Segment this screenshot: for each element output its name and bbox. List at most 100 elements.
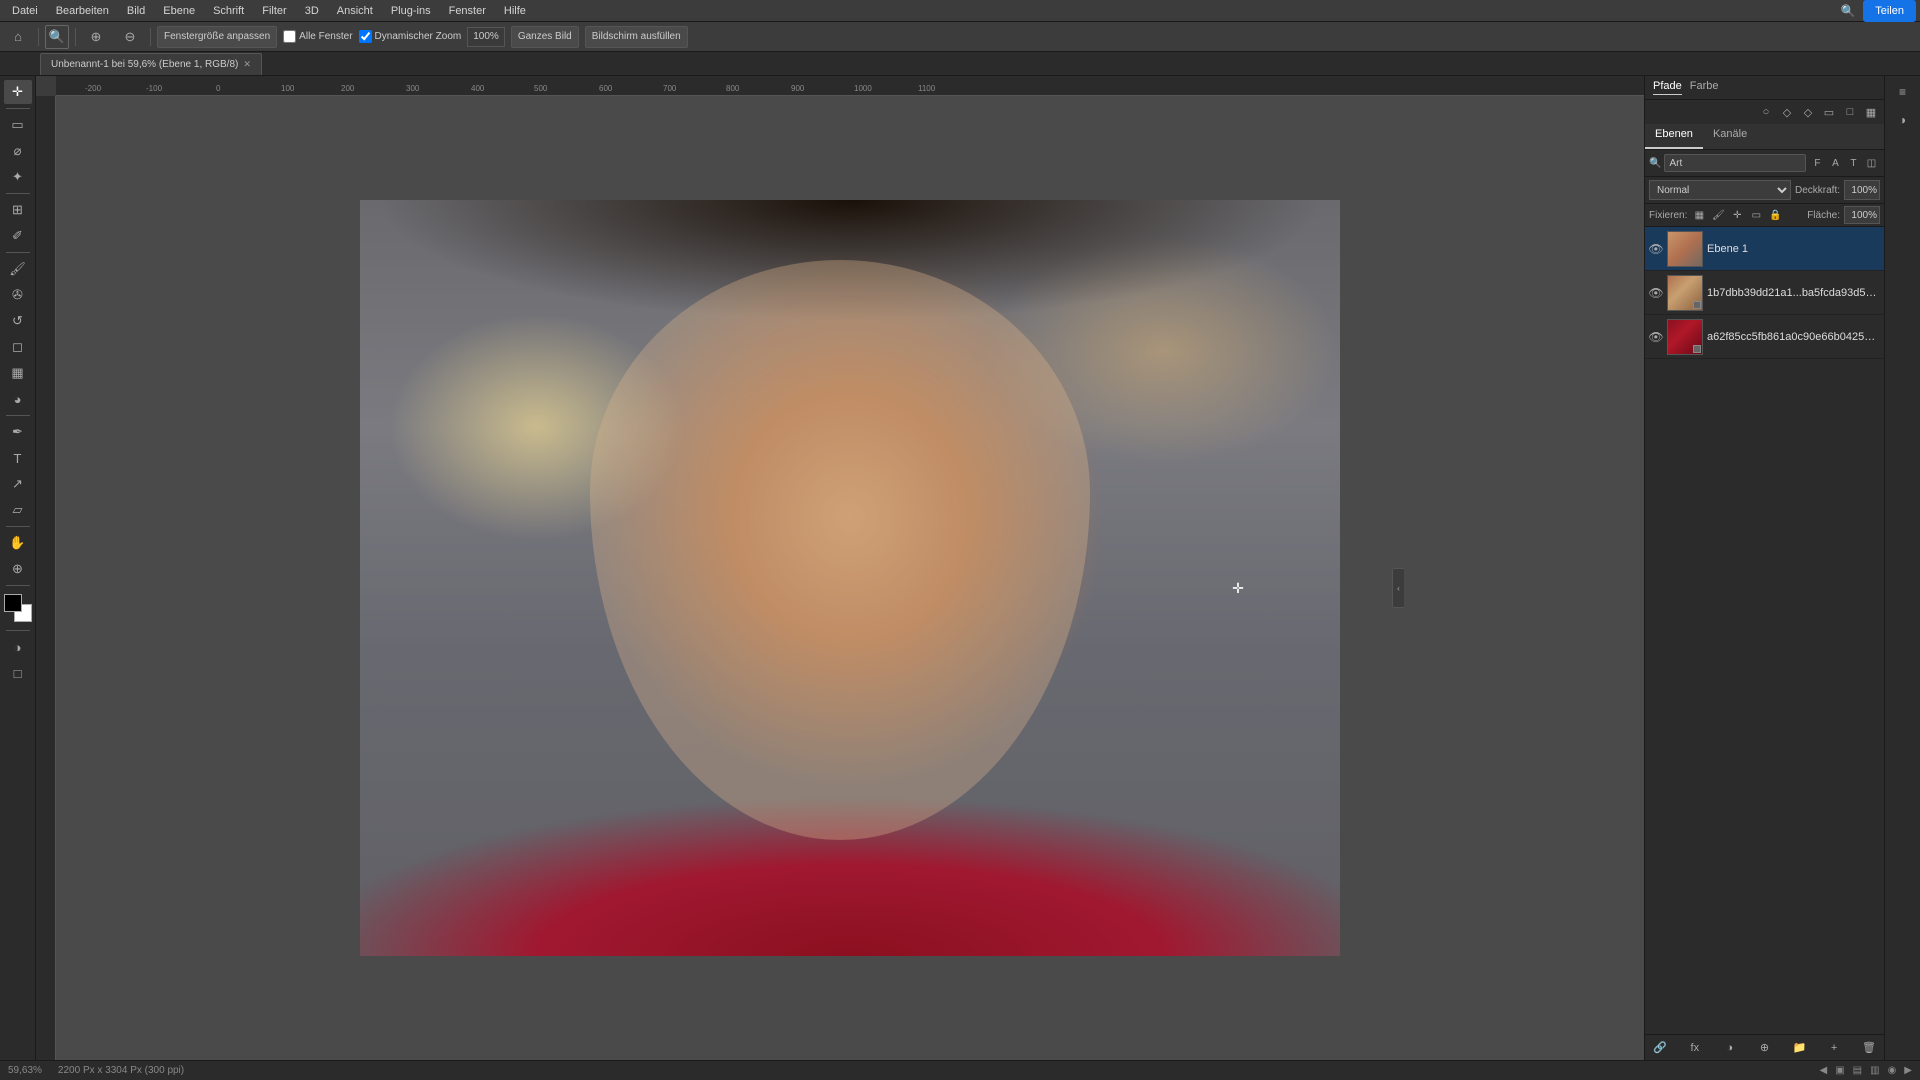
adjustments-panel-icon[interactable]: ◑	[1889, 108, 1917, 132]
blend-mode-select[interactable]: Normal	[1649, 180, 1791, 200]
photo-canvas: ✛	[360, 200, 1340, 956]
gradient-tool[interactable]: ▦	[4, 361, 32, 385]
filter-icon-4[interactable]: ◫	[1863, 155, 1879, 171]
smart-object-icon-2	[1693, 345, 1701, 353]
menu-schrift[interactable]: Schrift	[205, 3, 252, 19]
layer-vis-1[interactable]: 👁	[1649, 286, 1663, 300]
menu-ebene[interactable]: Ebene	[155, 3, 203, 19]
zoom-in-icon[interactable]: ⊕	[82, 25, 110, 49]
layers-search-input[interactable]	[1664, 154, 1806, 172]
wand-tool[interactable]: ✦	[4, 165, 32, 189]
color-swatches[interactable]	[4, 594, 32, 622]
document-tab[interactable]: Unbenannt-1 bei 59,6% (Ebene 1, RGB/8) ✕	[40, 53, 262, 75]
channels-tab[interactable]: Kanäle	[1703, 124, 1757, 149]
layer-item-0[interactable]: 👁 Ebene 1	[1645, 227, 1884, 271]
shape-tool[interactable]: ▱	[4, 498, 32, 522]
type-tool[interactable]: T	[4, 446, 32, 470]
full-image-button[interactable]: Ganzes Bild	[511, 26, 579, 48]
lock-artboard-icon[interactable]: ▭	[1748, 207, 1764, 223]
opacity-input[interactable]	[1844, 180, 1880, 200]
zoom-canvas-tool[interactable]: ⊕	[4, 557, 32, 581]
filter-icon-2[interactable]: A	[1827, 155, 1843, 171]
paths-tab[interactable]: Pfade	[1653, 80, 1682, 95]
share-button[interactable]: Teilen	[1863, 0, 1916, 22]
path-selection-tool[interactable]: ↗	[4, 472, 32, 496]
tool-sep-6	[6, 585, 30, 586]
dynamic-zoom-checkbox[interactable]	[359, 30, 372, 43]
status-icon-3[interactable]: ▤	[1853, 1065, 1862, 1076]
add-group-icon[interactable]: 📁	[1790, 1039, 1808, 1057]
menu-bearbeiten[interactable]: Bearbeiten	[48, 3, 117, 19]
zoom-out-icon[interactable]: ⊖	[116, 25, 144, 49]
canvas-content[interactable]: ✛	[56, 96, 1644, 1060]
status-icon-2[interactable]: ▣	[1835, 1065, 1844, 1076]
selection-tool[interactable]: ▭	[4, 113, 32, 137]
status-icon-4[interactable]: ▥	[1870, 1065, 1879, 1076]
status-icon-1[interactable]: ◀	[1820, 1065, 1828, 1076]
layers-tab[interactable]: Ebenen	[1645, 124, 1703, 149]
layer-item-1[interactable]: 👁 1b7dbb39dd21a1...ba5fcda93d5e72	[1645, 271, 1884, 315]
quick-mask-tool[interactable]: ◑	[4, 635, 32, 659]
color-tab[interactable]: Farbe	[1690, 80, 1719, 95]
pen-tool[interactable]: ✒	[4, 420, 32, 444]
layer-vis-2[interactable]: 👁	[1649, 330, 1663, 344]
menu-3d[interactable]: 3D	[297, 3, 327, 19]
burn-tool[interactable]: ◕	[4, 387, 32, 411]
fill-input[interactable]	[1844, 206, 1880, 224]
fit-window-button[interactable]: Fenstergröße anpassen	[157, 26, 277, 48]
panel-icon-diamond[interactable]: ◇	[1778, 103, 1796, 121]
menu-fenster[interactable]: Fenster	[441, 3, 494, 19]
hand-tool[interactable]: ✋	[4, 531, 32, 555]
panel-icon-rect[interactable]: ▭	[1820, 103, 1838, 121]
foreground-color-swatch[interactable]	[4, 594, 22, 612]
add-mask-icon[interactable]: ◑	[1721, 1039, 1739, 1057]
panel-icon-circle[interactable]: ○	[1757, 103, 1775, 121]
brush-tool[interactable]: 🖌	[4, 257, 32, 281]
panel-icon-triangle[interactable]: ◇	[1799, 103, 1817, 121]
right-panel-collapse-button[interactable]: ‹	[1392, 568, 1404, 608]
filter-icon-1[interactable]: F	[1809, 155, 1825, 171]
filter-icon-3[interactable]: T	[1845, 155, 1861, 171]
status-icon-6[interactable]: ▶	[1904, 1065, 1912, 1076]
add-link-icon[interactable]: 🔗	[1651, 1039, 1669, 1057]
eyedropper-tool[interactable]: ✐	[4, 224, 32, 248]
menu-datei[interactable]: Datei	[4, 3, 46, 19]
add-style-icon[interactable]: fx	[1686, 1039, 1704, 1057]
lock-position-icon[interactable]: ✛	[1729, 207, 1745, 223]
eraser-tool[interactable]: ◻	[4, 335, 32, 359]
history-brush-tool[interactable]: ↺	[4, 309, 32, 333]
lock-all-icon[interactable]: 🔒	[1767, 207, 1783, 223]
panel-icon-fill[interactable]: ▦	[1862, 103, 1880, 121]
lock-transparency-icon[interactable]: ▦	[1691, 207, 1707, 223]
menu-bild[interactable]: Bild	[119, 3, 153, 19]
stamp-tool[interactable]: ✇	[4, 283, 32, 307]
add-adjustment-icon[interactable]: ⊕	[1755, 1039, 1773, 1057]
crop-tool[interactable]: ⊞	[4, 198, 32, 222]
lasso-tool[interactable]: ⌀	[4, 139, 32, 163]
layer-item-2[interactable]: 👁 a62f85cc5fb861a0c90e66b0425d1be7	[1645, 315, 1884, 359]
menu-ansicht[interactable]: Ansicht	[329, 3, 381, 19]
menu-hilfe[interactable]: Hilfe	[496, 3, 534, 19]
status-icon-5[interactable]: ◉	[1888, 1065, 1897, 1076]
screen-mode-tool[interactable]: □	[4, 661, 32, 685]
lock-pixels-icon[interactable]: 🖌	[1710, 207, 1726, 223]
fill-screen-button[interactable]: Bildschirm ausfüllen	[585, 26, 688, 48]
search-label: 🔍	[1649, 158, 1661, 169]
move-tool[interactable]: ✛	[4, 80, 32, 104]
status-dimensions: 2200 Px x 3304 Px (300 ppi)	[58, 1065, 184, 1076]
tab-close-icon[interactable]: ✕	[243, 59, 251, 70]
layers-panel-icon[interactable]: ≡	[1889, 80, 1917, 104]
layer-vis-0[interactable]: 👁	[1649, 242, 1663, 256]
all-windows-checkbox[interactable]	[283, 30, 296, 43]
search-icon[interactable]: 🔍	[1837, 0, 1859, 22]
menu-plugins[interactable]: Plug-ins	[383, 3, 439, 19]
top-right-icons: 🔍 Teilen	[1837, 0, 1916, 22]
zoom-tool-icon[interactable]: 🔍	[45, 25, 69, 49]
menu-filter[interactable]: Filter	[254, 3, 294, 19]
ruler-left	[36, 96, 56, 1060]
home-icon[interactable]: ⌂	[4, 25, 32, 49]
panel-icon-square[interactable]: □	[1841, 103, 1859, 121]
smart-object-icon	[1693, 301, 1701, 309]
add-layer-icon[interactable]: +	[1825, 1039, 1843, 1057]
delete-layer-icon[interactable]: 🗑	[1860, 1039, 1878, 1057]
